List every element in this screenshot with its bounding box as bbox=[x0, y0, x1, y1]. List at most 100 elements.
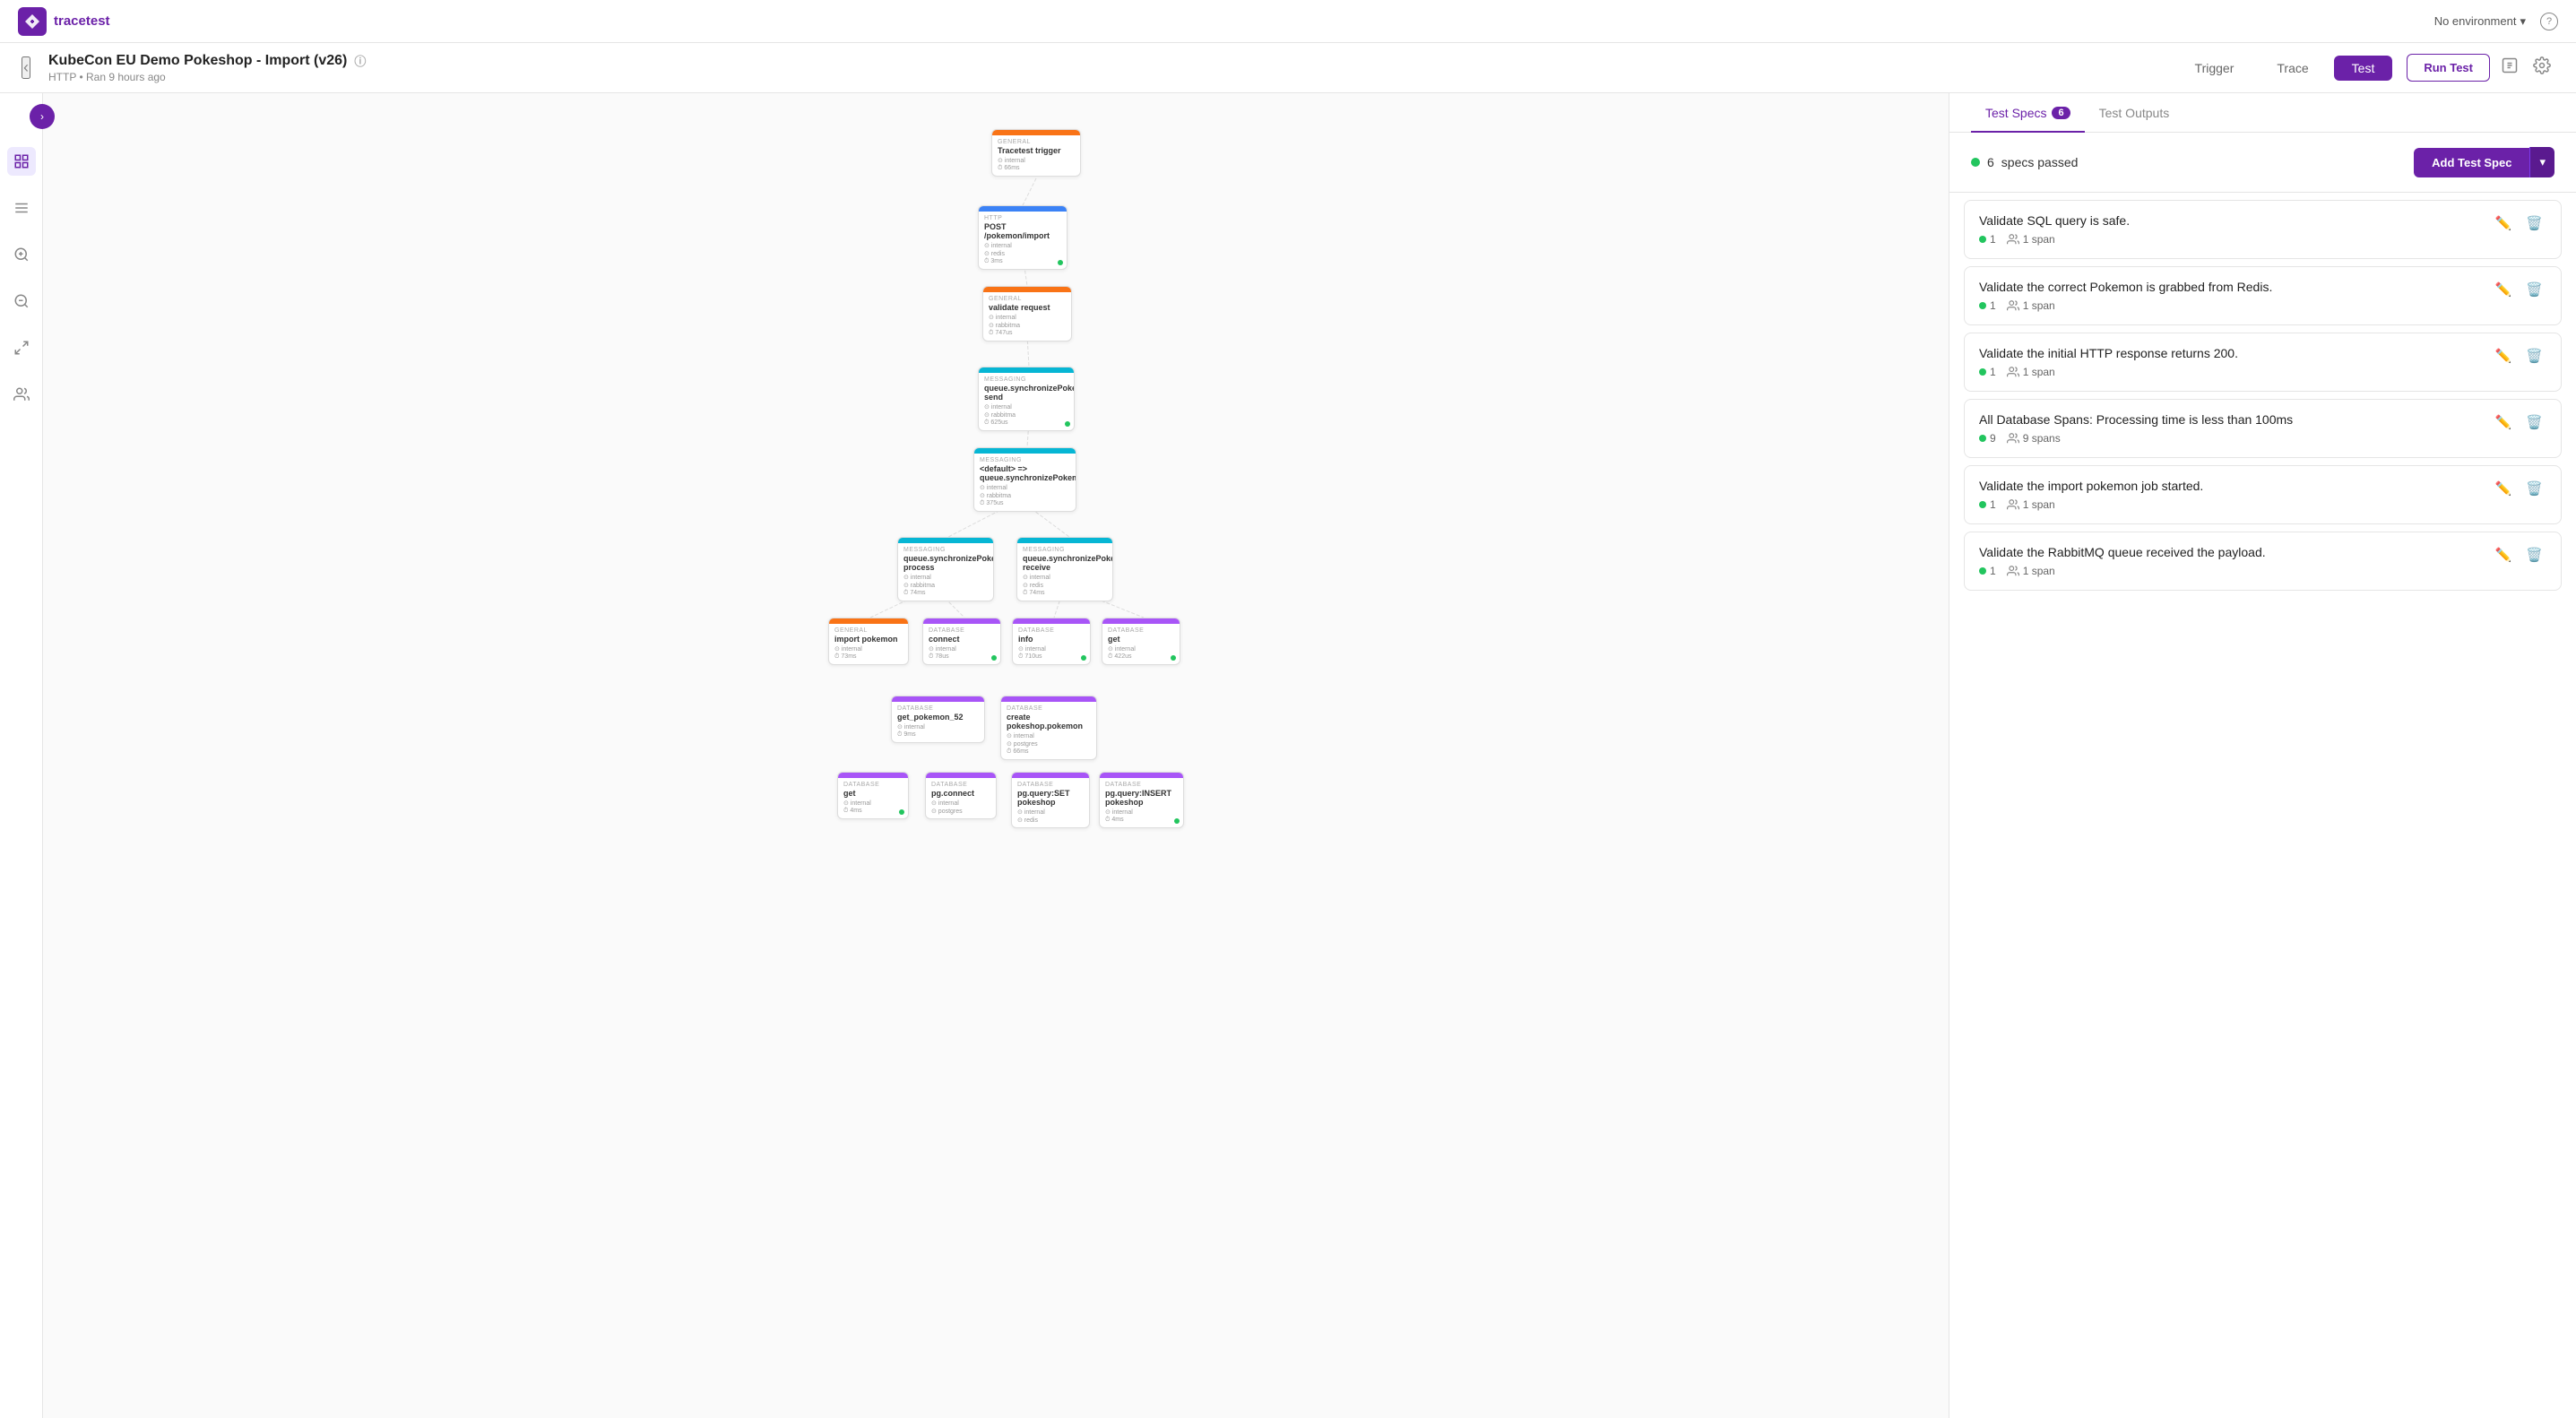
specs-passed: 6 specs passed bbox=[1971, 155, 2078, 169]
env-selector[interactable]: No environment ▾ bbox=[2434, 14, 2526, 29]
spec-item-3-left: Validate the initial HTTP response retur… bbox=[1979, 346, 2492, 378]
test-title-text: KubeCon EU Demo Pokeshop - Import (v26) bbox=[48, 53, 347, 69]
spec-item-4-count: 9 bbox=[1979, 432, 1996, 445]
node-info[interactable]: DATABASE info ⊙ internal ⏱ 710us bbox=[1012, 618, 1091, 665]
settings-button[interactable] bbox=[2529, 53, 2554, 82]
spec-item-4-actions: ✏️ 🗑️ bbox=[2492, 412, 2546, 432]
expand-icon: › bbox=[40, 110, 44, 123]
spec-item-6-delete-button[interactable]: 🗑️ bbox=[2522, 545, 2546, 565]
spec-item-2-delete-button[interactable]: 🗑️ bbox=[2522, 280, 2546, 299]
spec-item-4-meta: 9 9 spans bbox=[1979, 432, 2492, 445]
test-subtitle: HTTP • Ran 9 hours ago bbox=[48, 71, 2163, 83]
spec-item-5-meta: 1 1 span bbox=[1979, 498, 2492, 511]
node-pg-query-set[interactable]: DATABASE pg.query:SET pokeshop ⊙ interna… bbox=[1011, 772, 1090, 828]
node-queue-send[interactable]: MESSAGING queue.synchronizePokemon send … bbox=[978, 367, 1075, 431]
tab-test-specs[interactable]: Test Specs 6 bbox=[1971, 93, 2085, 133]
tracetest-logo-icon bbox=[18, 7, 47, 36]
specs-passed-count: 6 bbox=[1987, 155, 1994, 169]
zoom-in-button[interactable] bbox=[7, 240, 36, 269]
help-icon[interactable]: ? bbox=[2540, 13, 2558, 30]
spec-item-4: All Database Spans: Processing time is l… bbox=[1964, 399, 2562, 458]
add-spec-button[interactable]: Add Test Spec bbox=[2414, 148, 2529, 177]
tab-test-specs-label: Test Specs bbox=[1985, 106, 2046, 120]
app-logo-text: tracetest bbox=[54, 13, 110, 29]
add-spec-dropdown-button[interactable]: ▾ bbox=[2529, 147, 2554, 177]
spec-item-5-edit-button[interactable]: ✏️ bbox=[2492, 479, 2516, 498]
fit-view-button[interactable] bbox=[7, 333, 36, 362]
spec-item-5-count: 1 bbox=[1979, 498, 1996, 511]
node-pg-connect[interactable]: DATABASE pg.connect ⊙ internal ⊙ postgre… bbox=[925, 772, 997, 819]
tab-test-outputs[interactable]: Test Outputs bbox=[2085, 93, 2184, 133]
spec-item-6-left: Validate the RabbitMQ queue received the… bbox=[1979, 545, 2492, 577]
spec-item-1: Validate SQL query is safe. 1 1 span ✏️ bbox=[1964, 200, 2562, 259]
spec-item-5-left: Validate the import pokemon job started.… bbox=[1979, 479, 2492, 511]
spec-item-2-meta: 1 1 span bbox=[1979, 299, 2492, 312]
spec-item-1-spans: 1 span bbox=[2007, 233, 2055, 246]
right-panel: Test Specs 6 Test Outputs 6 specs passed… bbox=[1949, 93, 2576, 1418]
zoom-out-button[interactable] bbox=[7, 287, 36, 316]
specs-passed-label: specs passed bbox=[2001, 155, 2079, 169]
tab-trigger[interactable]: Trigger bbox=[2177, 56, 2252, 81]
node-import-pokemon[interactable]: GENERAL import pokemon ⊙ internal ⏱ 73ms bbox=[828, 618, 909, 665]
test-tab-area: Trigger Trace Test bbox=[2177, 56, 2393, 81]
spec-item-3-actions: ✏️ 🗑️ bbox=[2492, 346, 2546, 366]
specs-passed-dot bbox=[1971, 158, 1980, 167]
spec-item-3-delete-button[interactable]: 🗑️ bbox=[2522, 346, 2546, 366]
spec-item-1-edit-button[interactable]: ✏️ bbox=[2492, 213, 2516, 233]
diagram-view-button[interactable] bbox=[7, 147, 36, 176]
top-nav: tracetest No environment ▾ ? bbox=[0, 0, 2576, 43]
spec-item-3-edit-button[interactable]: ✏️ bbox=[2492, 346, 2516, 366]
logo-area: tracetest bbox=[18, 7, 110, 36]
back-button[interactable]: ‹ bbox=[22, 56, 30, 79]
spec-item-4-edit-button[interactable]: ✏️ bbox=[2492, 412, 2516, 432]
spec-item-6-edit-button[interactable]: ✏️ bbox=[2492, 545, 2516, 565]
spec-item-1-delete-button[interactable]: 🗑️ bbox=[2522, 213, 2546, 233]
main-layout: › bbox=[0, 93, 2576, 1418]
expand-panel-button[interactable]: › bbox=[30, 104, 55, 129]
run-test-area: Run Test bbox=[2407, 53, 2554, 82]
node-queue-process[interactable]: MESSAGING queue.synchronizePokemon proce… bbox=[897, 537, 994, 601]
node-queue-default[interactable]: MESSAGING <default> => queue.synchronize… bbox=[973, 447, 1076, 512]
node-validate-request[interactable]: GENERAL validate request ⊙ internal ⊙ ra… bbox=[982, 286, 1072, 342]
list-view-button[interactable] bbox=[7, 194, 36, 222]
tab-trace[interactable]: Trace bbox=[2259, 56, 2326, 81]
node-connect[interactable]: DATABASE connect ⊙ internal ⏱ 78us bbox=[922, 618, 1001, 665]
add-spec-button-group: Add Test Spec ▾ bbox=[2414, 147, 2554, 177]
spec-item-6: Validate the RabbitMQ queue received the… bbox=[1964, 532, 2562, 591]
nav-right: No environment ▾ ? bbox=[2434, 13, 2558, 30]
spec-item-4-delete-button[interactable]: 🗑️ bbox=[2522, 412, 2546, 432]
spec-item-2-edit-button[interactable]: ✏️ bbox=[2492, 280, 2516, 299]
node-queue-receive[interactable]: MESSAGING queue.synchronizePokemon recei… bbox=[1016, 537, 1113, 601]
spec-item-5-delete-button[interactable]: 🗑️ bbox=[2522, 479, 2546, 498]
spec-item-3-meta: 1 1 span bbox=[1979, 366, 2492, 378]
spec-item-3-title: Validate the initial HTTP response retur… bbox=[1979, 346, 2492, 360]
spec-item-5: Validate the import pokemon job started.… bbox=[1964, 465, 2562, 524]
node-tracetest-trigger[interactable]: GENERAL Tracetest trigger ⊙ internal ⏱ 6… bbox=[991, 129, 1081, 177]
node-get[interactable]: DATABASE get ⊙ internal ⏱ 422us bbox=[1102, 618, 1180, 665]
test-header: ‹ KubeCon EU Demo Pokeshop - Import (v26… bbox=[0, 43, 2576, 93]
test-info-icon[interactable]: ⓘ bbox=[354, 52, 366, 69]
tab-test-outputs-label: Test Outputs bbox=[2099, 106, 2170, 120]
node-create-pokeshop[interactable]: DATABASE create pokeshop.pokemon ⊙ inter… bbox=[1000, 696, 1097, 760]
spec-item-6-actions: ✏️ 🗑️ bbox=[2492, 545, 2546, 565]
left-mini-sidebar: › bbox=[0, 93, 43, 1418]
node-pg-query-insert[interactable]: DATABASE pg.query:INSERT pokeshop ⊙ inte… bbox=[1099, 772, 1184, 828]
spec-list: Validate SQL query is safe. 1 1 span ✏️ bbox=[1949, 193, 2576, 1418]
run-test-button[interactable]: Run Test bbox=[2407, 54, 2490, 82]
spec-item-1-title: Validate SQL query is safe. bbox=[1979, 213, 2492, 228]
node-get-bottom[interactable]: DATABASE get ⊙ internal ⏱ 4ms bbox=[837, 772, 909, 819]
test-title: KubeCon EU Demo Pokeshop - Import (v26) … bbox=[48, 52, 2163, 69]
tab-test[interactable]: Test bbox=[2334, 56, 2393, 81]
right-panel-tabs: Test Specs 6 Test Outputs bbox=[1949, 93, 2576, 133]
node-post-pokemon[interactable]: HTTP POST /pokemon/import ⊙ internal ⊙ r… bbox=[978, 205, 1068, 270]
spec-item-3-spans: 1 span bbox=[2007, 366, 2055, 378]
spec-item-6-count: 1 bbox=[1979, 565, 1996, 577]
export-button[interactable] bbox=[2497, 53, 2522, 82]
spec-item-6-title: Validate the RabbitMQ queue received the… bbox=[1979, 545, 2492, 559]
spec-item-2-actions: ✏️ 🗑️ bbox=[2492, 280, 2546, 299]
spec-item-2-title: Validate the correct Pokemon is grabbed … bbox=[1979, 280, 2492, 294]
people-button[interactable] bbox=[7, 380, 36, 409]
spec-item-6-spans: 1 span bbox=[2007, 565, 2055, 577]
node-get-pokemon-52[interactable]: DATABASE get_pokemon_52 ⊙ internal ⏱ 9ms bbox=[891, 696, 985, 743]
canvas-content: GENERAL Tracetest trigger ⊙ internal ⏱ 6… bbox=[43, 93, 1949, 1418]
